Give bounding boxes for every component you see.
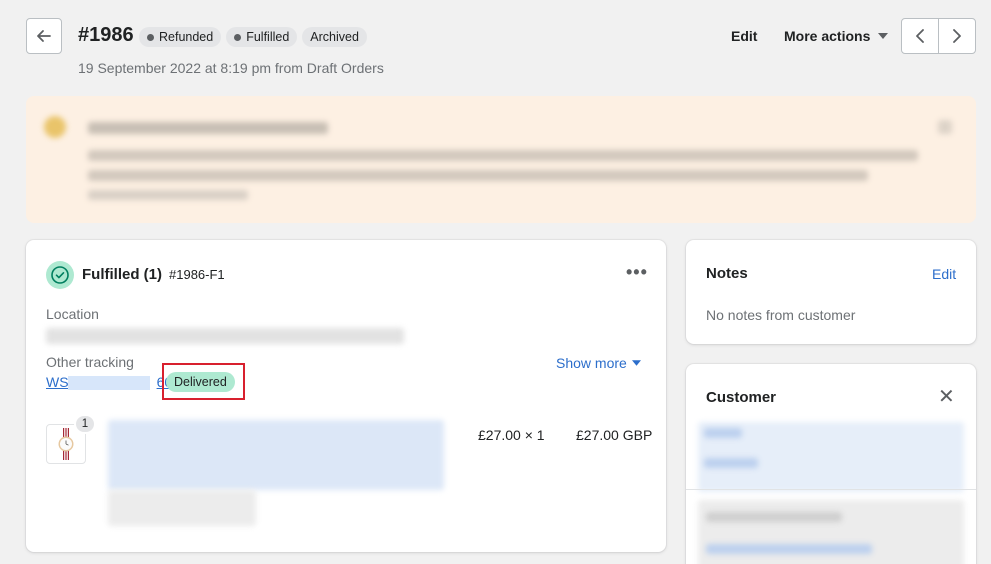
customer-card: Customer ✕ [686,364,976,564]
customer-title: Customer [706,389,777,406]
show-more-button[interactable]: Show more [556,355,641,371]
redacted-product-variant [108,490,256,526]
chevron-right-icon [953,29,961,43]
order-number: #1986 [78,24,134,46]
warning-icon [44,116,66,138]
tracking-number-start: WS [46,374,69,390]
fulfillment-id: #1986-F1 [169,267,225,282]
redacted-text [88,122,328,134]
badge-label: Fulfilled [246,30,290,44]
redacted-location [46,328,404,344]
chevron-left-icon [916,29,924,43]
divider [686,489,976,490]
dismiss-icon [938,120,952,134]
fulfillment-title: Fulfilled (1) [82,266,162,283]
redacted-contact-info [698,500,964,564]
order-pager [901,18,976,54]
notes-empty-text: No notes from customer [706,307,856,323]
next-order-button[interactable] [939,19,975,53]
redacted-contact-heading [706,512,842,522]
status-dot-icon [147,33,154,41]
status-badges: Refunded Fulfilled Archived [139,27,367,47]
close-icon[interactable]: ✕ [938,384,955,409]
fulfilled-badge: Fulfilled [226,27,298,47]
more-actions-label: More actions [784,28,871,44]
more-actions-button[interactable]: More actions [784,28,889,44]
redacted-contact-email [706,544,872,554]
archived-badge: Archived [302,27,367,47]
edit-order-button[interactable]: Edit [731,28,757,44]
redacted-text [88,170,868,181]
fulfillment-card: Fulfilled (1) #1986-F1 ••• Location Othe… [26,240,666,552]
more-options-icon[interactable]: ••• [626,262,648,283]
warning-banner-redacted [26,96,976,223]
badge-label: Archived [310,30,359,44]
location-label: Location [46,306,99,322]
redacted-tracking-middle [68,376,150,390]
redacted-customer-orders [704,458,758,468]
caret-down-icon [878,33,889,39]
notes-card: Notes Edit No notes from customer [686,240,976,344]
status-dot-icon [234,33,242,41]
unit-price: £27.00 × 1 [478,427,545,443]
caret-down-icon [631,360,641,366]
line-total: £27.00 GBP [576,427,653,443]
arrow-left-icon [37,30,51,42]
redacted-product-name [108,420,444,490]
back-button[interactable] [26,18,62,54]
quantity-badge: 1 [74,414,96,434]
fulfillment-status: Fulfilled [82,266,140,283]
redacted-text [88,190,248,200]
order-date-source: 19 September 2022 at 8:19 pm from Draft … [78,60,384,76]
edit-notes-link[interactable]: Edit [932,266,956,282]
redacted-text [88,150,918,161]
delivered-badge: Delivered [166,372,235,392]
redacted-customer-name [704,428,742,438]
fulfillment-count: (1) [143,266,163,283]
show-more-label: Show more [556,355,627,371]
other-tracking-label: Other tracking [46,354,134,370]
badge-label: Refunded [159,30,214,44]
refunded-badge: Refunded [139,27,222,47]
notes-title: Notes [706,265,748,282]
previous-order-button[interactable] [902,19,939,53]
check-circle-icon [46,261,74,289]
